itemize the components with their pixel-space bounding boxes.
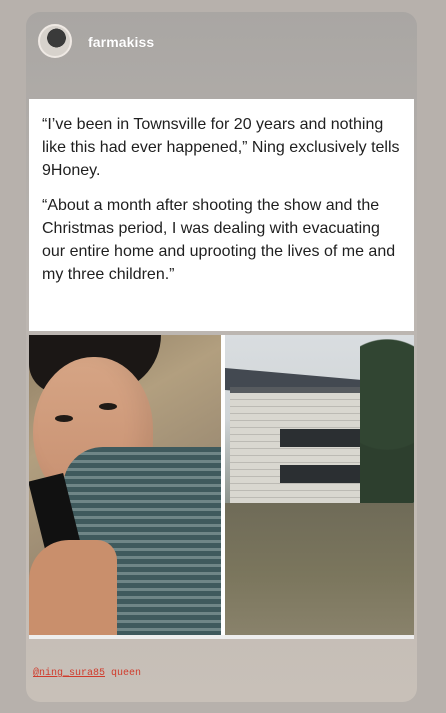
quote-card: “I’ve been in Townsville for 20 years an… — [29, 99, 414, 331]
quote-paragraph-1: “I’ve been in Townsville for 20 years an… — [42, 116, 400, 179]
left-eye-icon — [55, 415, 73, 422]
story-frame: farmakiss “I’ve been in Townsville for 2… — [26, 12, 417, 702]
flood-photo — [225, 335, 414, 635]
avatar[interactable] — [38, 24, 72, 58]
window-lower — [280, 465, 362, 483]
story-header: farmakiss — [26, 12, 417, 74]
photo-strip — [29, 335, 414, 635]
right-eye-icon — [99, 403, 117, 410]
username[interactable]: farmakiss — [88, 34, 154, 50]
tree — [360, 335, 414, 505]
quote-paragraph-2: “About a month after shooting the show a… — [42, 197, 396, 283]
caption-divider — [29, 635, 414, 639]
floodwater — [225, 503, 414, 635]
mention-caption[interactable]: @ning_sura85 queen — [33, 668, 141, 679]
mention-handle[interactable]: @ning_sura85 — [33, 668, 105, 679]
arm — [29, 540, 117, 635]
mention-suffix: queen — [111, 668, 142, 679]
window-upper — [280, 429, 362, 447]
selfie-photo — [29, 335, 221, 635]
